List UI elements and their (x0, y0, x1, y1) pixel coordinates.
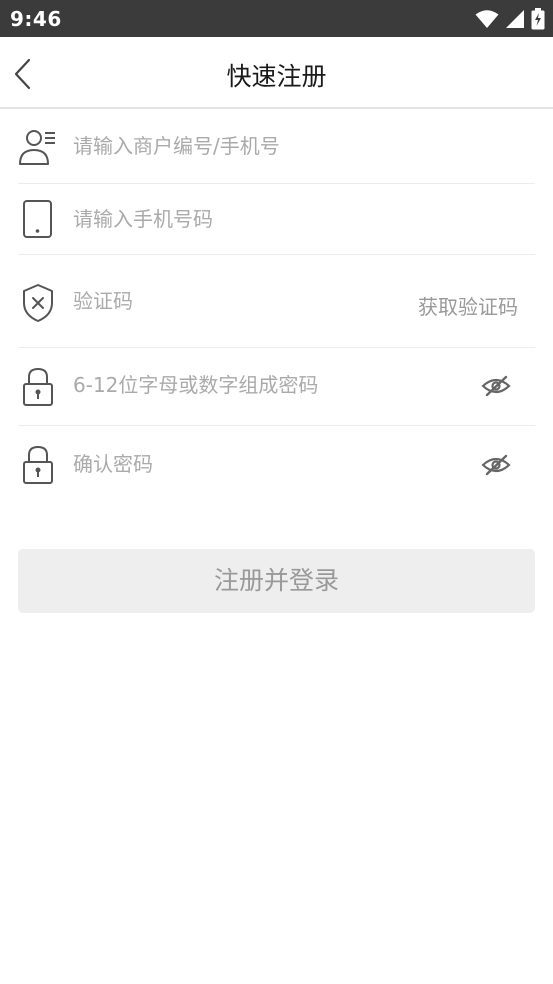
password-row (18, 348, 535, 426)
eye-off-icon[interactable] (481, 453, 511, 477)
page-title: 快速注册 (226, 62, 327, 91)
get-code-button[interactable]: 获取验证码 (418, 291, 518, 320)
nav-bar: 快速注册 (0, 37, 553, 109)
signal-icon (506, 10, 524, 28)
status-icons (475, 8, 545, 30)
wifi-icon (475, 10, 499, 28)
confirm-password-input[interactable] (73, 452, 403, 476)
merchant-row (18, 112, 535, 184)
eye-off-icon[interactable] (481, 374, 511, 398)
shield-x-icon (23, 284, 53, 322)
password-input[interactable] (73, 373, 403, 397)
code-row: 获取验证码 (18, 255, 535, 348)
register-form: 获取验证码 (18, 112, 535, 504)
register-login-button[interactable]: 注册并登录 (18, 549, 535, 613)
user-card-icon (19, 130, 55, 165)
code-input[interactable] (73, 289, 403, 313)
phone-row (18, 184, 535, 255)
status-time: 9:46 (10, 7, 62, 31)
status-bar: 9:46 (0, 0, 553, 37)
lock-icon (23, 445, 53, 484)
merchant-input[interactable] (73, 134, 403, 158)
lock-icon (23, 367, 53, 406)
battery-icon (531, 8, 545, 30)
phone-input[interactable] (73, 207, 403, 231)
confirm-password-row (18, 426, 535, 504)
phone-icon (23, 200, 52, 238)
